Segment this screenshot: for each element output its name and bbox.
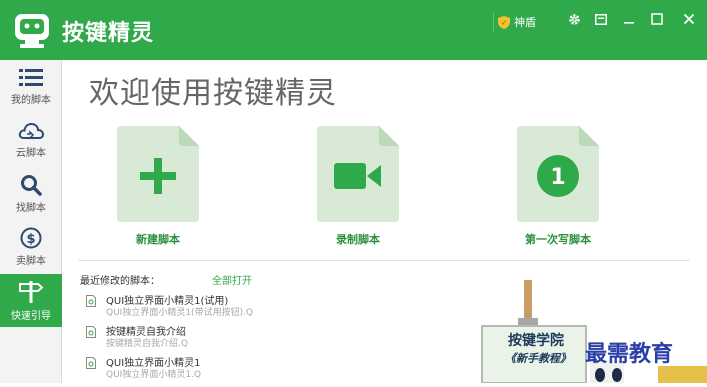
minimize-icon — [624, 22, 634, 24]
academy-sign-subtitle: 《新手教程》 — [505, 352, 571, 365]
recent-script-filename: 按键精灵自我介绍.Q — [106, 339, 188, 349]
recent-script-item[interactable]: QUI独立界面小精灵1 QUI独立界面小精灵1.Q — [86, 354, 346, 382]
shield-button[interactable]: ✓ 神盾 — [493, 12, 542, 32]
script-file-icon — [86, 357, 96, 369]
window-skin-icon — [595, 13, 607, 25]
recent-script-filename: QUI独立界面小精灵1.Q — [106, 370, 201, 380]
new-script-file-icon — [117, 126, 199, 222]
recent-scripts-title: 最近修改的脚本： — [80, 276, 160, 287]
recent-script-item[interactable]: 按键精灵自我介绍 按键精灵自我介绍.Q — [86, 323, 346, 351]
svg-text:✓: ✓ — [501, 18, 508, 27]
robot-logo-icon — [15, 14, 49, 48]
close-button[interactable] — [680, 10, 698, 28]
settings-button[interactable] — [565, 10, 583, 28]
gear-icon — [568, 13, 580, 25]
dollar-icon: $ — [20, 227, 42, 249]
sidebar: 我的脚本 云脚本 找脚本 $ 卖脚本 快速引导 — [0, 60, 62, 383]
script-file-icon — [86, 326, 96, 338]
sidebar-item-label: 我的脚本 — [11, 95, 51, 106]
new-script-label[interactable]: 新建脚本 — [136, 231, 180, 247]
academy-sign-title: 按键学院 — [508, 333, 564, 349]
record-script-tile[interactable] — [317, 126, 399, 222]
sidebar-item-label: 云脚本 — [16, 148, 46, 159]
minimize-button[interactable] — [620, 10, 638, 28]
number-one-text: 1 — [550, 165, 565, 190]
close-icon — [683, 13, 695, 25]
section-divider — [78, 260, 690, 261]
sidebar-item-my-scripts[interactable]: 我的脚本 — [0, 62, 62, 115]
sidebar-item-label: 找脚本 — [16, 203, 46, 214]
welcome-heading: 欢迎使用按键精灵 — [89, 76, 337, 111]
signpost-icon — [19, 281, 44, 303]
open-all-link[interactable]: 全部打开 — [212, 272, 252, 287]
sidebar-item-sell-scripts[interactable]: $ 卖脚本 — [0, 221, 62, 274]
first-script-label[interactable]: 第一次写脚本 — [525, 231, 591, 247]
app-title: 按键精灵 — [62, 21, 155, 46]
recent-script-filename: QUI独立界面小精灵1(带试用按钮).Q — [106, 308, 254, 318]
search-icon — [21, 175, 42, 196]
sidebar-item-find-scripts[interactable]: 找脚本 — [0, 168, 62, 221]
script-file-icon — [86, 295, 96, 307]
cloud-icon — [18, 122, 44, 139]
first-script-file-icon: 1 — [517, 126, 599, 222]
sidebar-item-quick-guide[interactable]: 快速引导 — [0, 274, 62, 327]
new-script-tile[interactable] — [117, 126, 199, 222]
record-script-file-icon — [317, 126, 399, 222]
sidebar-item-label: 卖脚本 — [16, 256, 46, 267]
shield-icon: ✓ — [498, 15, 510, 29]
skin-button[interactable] — [592, 10, 610, 28]
watermark-brand: 最需教育 — [585, 341, 674, 367]
svg-text:$: $ — [26, 232, 35, 247]
recent-script-item[interactable]: QUI独立界面小精灵1(试用) QUI独立界面小精灵1(带试用按钮).Q — [86, 292, 346, 320]
maximize-button[interactable] — [648, 10, 666, 28]
sidebar-item-label: 快速引导 — [11, 311, 51, 322]
record-script-label[interactable]: 录制脚本 — [336, 231, 380, 247]
first-script-tile[interactable]: 1 — [517, 126, 599, 222]
academy-promo: 按键学院 《新手教程》 最需教育 — [470, 280, 707, 384]
sidebar-item-cloud-scripts[interactable]: 云脚本 — [0, 115, 62, 168]
maximize-icon — [651, 13, 663, 25]
shield-label: 神盾 — [514, 16, 536, 29]
title-bar: 按键精灵 ✓ 神盾 — [0, 0, 707, 60]
list-icon — [19, 69, 43, 86]
